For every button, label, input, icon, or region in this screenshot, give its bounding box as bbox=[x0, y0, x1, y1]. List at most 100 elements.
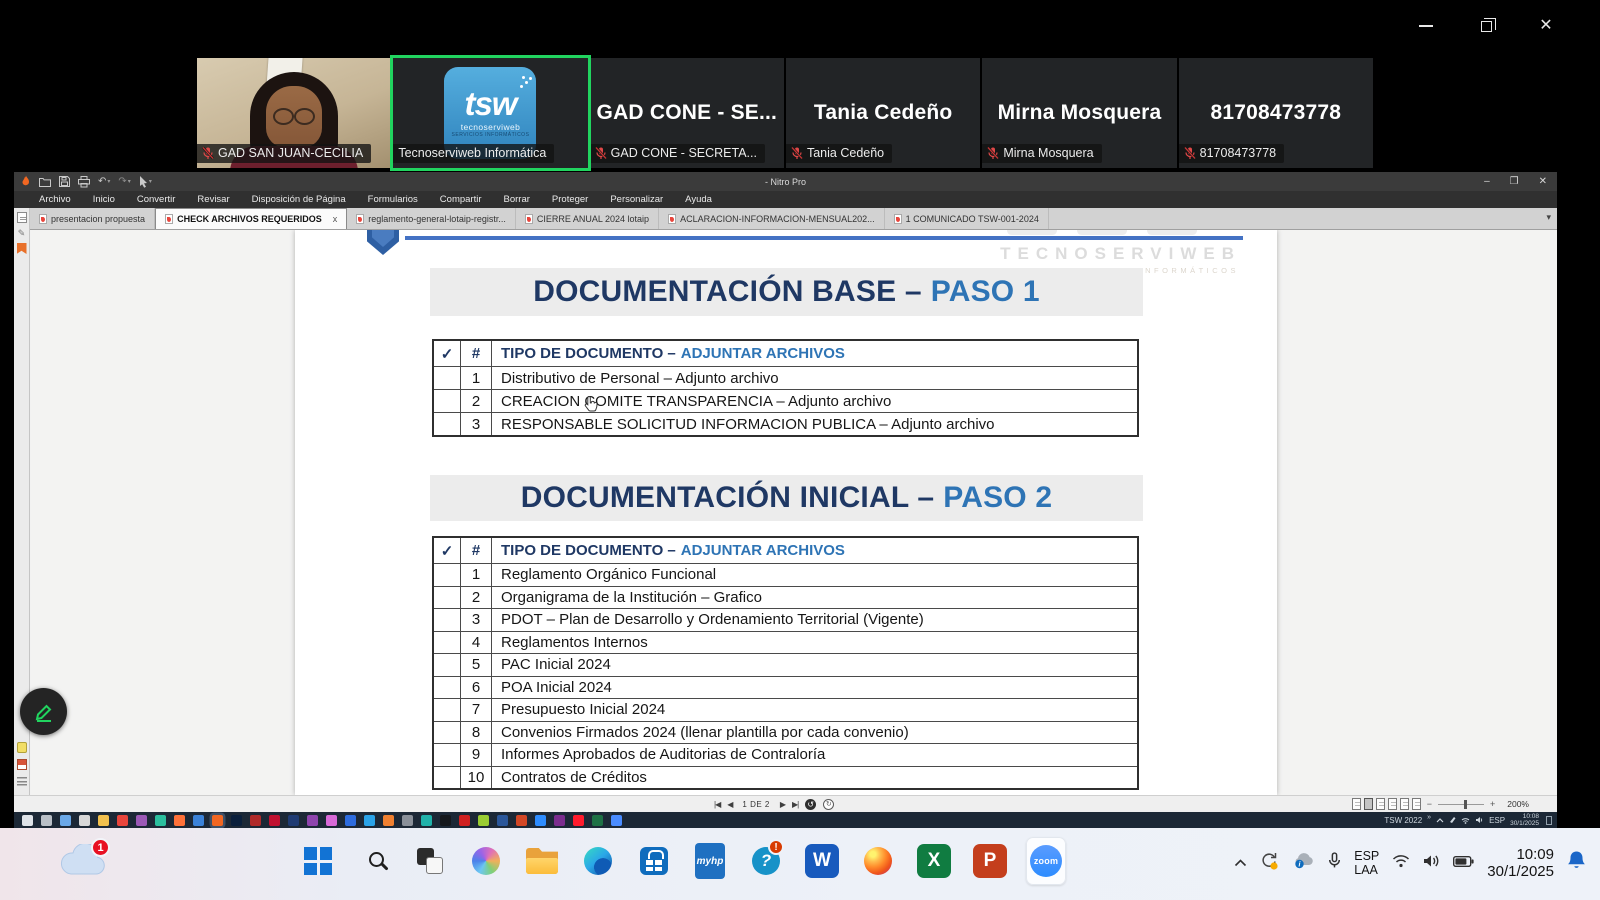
hidden-icons-chevron-icon[interactable] bbox=[1436, 818, 1444, 823]
volume-icon[interactable] bbox=[1423, 854, 1440, 873]
firefox-icon[interactable] bbox=[858, 837, 898, 885]
close-button[interactable]: ✕ bbox=[1536, 16, 1556, 36]
tab-close-button[interactable]: x bbox=[333, 214, 338, 224]
app-purple-icon[interactable] bbox=[136, 815, 147, 826]
clock[interactable]: 10:09 30/1/2025 bbox=[1487, 846, 1554, 881]
notification-icon[interactable] bbox=[1546, 816, 1552, 825]
document-tab[interactable]: 1 COMUNICADO TSW-001-2024 bbox=[885, 208, 1049, 229]
menu-item[interactable]: Convertir bbox=[126, 194, 187, 205]
signature-icon[interactable]: ✎ bbox=[18, 228, 26, 238]
zoom-slider-handle[interactable] bbox=[1464, 800, 1467, 809]
search-icon[interactable] bbox=[354, 837, 394, 885]
document-tab[interactable]: reglamento-general-lotaip-registr... bbox=[347, 208, 516, 229]
select-tool-icon[interactable]: ▾ bbox=[139, 176, 152, 188]
chrome-icon[interactable] bbox=[117, 815, 128, 826]
check-cell[interactable] bbox=[434, 390, 461, 412]
clock[interactable]: 10:08 30/1/2025 bbox=[1510, 813, 1539, 827]
menu-item[interactable]: Disposición de Página bbox=[241, 194, 357, 205]
continuous-layout-button[interactable] bbox=[1364, 798, 1373, 810]
hp-support-icon[interactable]: ?! bbox=[746, 837, 786, 885]
check-cell[interactable] bbox=[434, 609, 461, 631]
volume-icon[interactable] bbox=[1475, 816, 1484, 824]
file-explorer-icon[interactable] bbox=[98, 815, 109, 826]
check-cell[interactable] bbox=[434, 413, 461, 435]
battery-icon[interactable] bbox=[1453, 854, 1474, 872]
minimize-button[interactable] bbox=[1416, 16, 1436, 36]
network-icon[interactable] bbox=[1461, 817, 1470, 824]
microphone-icon[interactable] bbox=[1328, 852, 1341, 874]
nitro-pro-icon[interactable] bbox=[212, 815, 223, 826]
app-violet2-icon[interactable] bbox=[554, 815, 565, 826]
attachments-icon[interactable] bbox=[17, 776, 27, 787]
app-blue3-icon[interactable] bbox=[535, 815, 546, 826]
zoom-slider[interactable] bbox=[1438, 804, 1484, 805]
document-canvas[interactable]: TECNOSERVIWEB SERVICIOS INFORMÁTICOS DOC… bbox=[31, 230, 1557, 795]
pan-view-button[interactable]: ↻ bbox=[823, 799, 834, 810]
previous-page-button[interactable]: ◀ bbox=[727, 800, 732, 809]
language-indicator[interactable]: ESP LAA bbox=[1354, 849, 1379, 877]
video-tile[interactable]: GAD CONE - SE...GAD CONE - SECRETA... bbox=[590, 58, 784, 168]
video-tile[interactable]: 8170847377881708473778 bbox=[1179, 58, 1373, 168]
menu-item[interactable]: Revisar bbox=[186, 194, 240, 205]
my-hp-icon[interactable]: myhp bbox=[690, 837, 730, 885]
minimize-button[interactable]: – bbox=[1484, 176, 1490, 187]
video-tile[interactable]: Tania CedeñoTania Cedeño bbox=[786, 58, 980, 168]
document-tab[interactable]: presentacion propuesta bbox=[30, 208, 155, 229]
menu-item[interactable]: Compartir bbox=[429, 194, 493, 205]
open-file-icon[interactable] bbox=[39, 177, 51, 187]
menu-item[interactable]: Personalizar bbox=[599, 194, 674, 205]
app-gray-icon[interactable] bbox=[79, 815, 90, 826]
zoom-icon[interactable] bbox=[611, 815, 622, 826]
close-button[interactable]: ✕ bbox=[1539, 176, 1547, 187]
stamps-icon[interactable] bbox=[17, 759, 27, 770]
zoom-out-button[interactable]: − bbox=[1427, 799, 1432, 809]
page-thumbnails-icon[interactable] bbox=[17, 212, 27, 223]
video-tile[interactable]: GAD SAN JUAN-CECILIA bbox=[197, 58, 391, 168]
check-cell[interactable] bbox=[434, 564, 461, 586]
print-icon[interactable] bbox=[78, 176, 90, 188]
menu-item[interactable]: Inicio bbox=[82, 194, 126, 205]
wifi-icon[interactable] bbox=[1392, 854, 1410, 873]
rotate-view-button[interactable]: ↺ bbox=[805, 799, 816, 810]
word-icon[interactable] bbox=[497, 815, 508, 826]
menu-item[interactable]: Borrar bbox=[493, 194, 541, 205]
menu-item[interactable]: Archivo bbox=[28, 194, 82, 205]
excel-icon[interactable]: X bbox=[914, 837, 954, 885]
next-page-button[interactable]: ▶ bbox=[780, 800, 785, 809]
check-cell[interactable] bbox=[434, 744, 461, 766]
app-maroon-icon[interactable] bbox=[250, 815, 261, 826]
app-blue2-icon[interactable] bbox=[345, 815, 356, 826]
menu-item[interactable]: Formularios bbox=[357, 194, 429, 205]
check-cell[interactable] bbox=[434, 699, 461, 721]
app-black-icon[interactable] bbox=[440, 815, 451, 826]
phone-icon[interactable] bbox=[288, 815, 299, 826]
onedrive-status-icon[interactable]: i bbox=[1292, 852, 1315, 874]
file-explorer-icon[interactable] bbox=[522, 837, 562, 885]
tab-overflow-chevron-icon[interactable]: ▾ bbox=[1546, 212, 1551, 223]
menu-item[interactable]: Ayuda bbox=[674, 194, 723, 205]
check-cell[interactable] bbox=[434, 767, 461, 789]
excel-icon[interactable] bbox=[592, 815, 603, 826]
undo-icon[interactable]: ↶▾ bbox=[98, 177, 110, 187]
app-blue-icon[interactable] bbox=[193, 815, 204, 826]
video-tile[interactable]: Mirna MosqueraMirna Mosquera bbox=[982, 58, 1176, 168]
check-cell[interactable] bbox=[434, 677, 461, 699]
powerpoint-icon[interactable]: P bbox=[970, 837, 1010, 885]
redo-icon[interactable]: ↷▾ bbox=[118, 177, 130, 187]
zoom-icon[interactable]: zoom bbox=[1026, 837, 1066, 885]
app-violet-icon[interactable] bbox=[307, 815, 318, 826]
single-page-layout-button[interactable] bbox=[1352, 798, 1361, 810]
document-tab[interactable]: CHECK ARCHIVOS REQUERIDOSx bbox=[155, 208, 347, 229]
overflow-chevron-icon[interactable]: » bbox=[1427, 814, 1431, 821]
pen-icon[interactable] bbox=[1449, 816, 1456, 824]
app-azure-icon[interactable] bbox=[364, 815, 375, 826]
app-green-icon[interactable] bbox=[478, 815, 489, 826]
search-icon[interactable] bbox=[41, 815, 52, 826]
app-orange-icon[interactable] bbox=[383, 815, 394, 826]
start-icon[interactable] bbox=[22, 815, 33, 826]
document-tab[interactable]: CIERRE ANUAL 2024 lotaip bbox=[516, 208, 659, 229]
check-cell[interactable] bbox=[434, 654, 461, 676]
app-gray2-icon[interactable] bbox=[402, 815, 413, 826]
video-tile[interactable]: tswtecnoserviwebSERVICIOS INFORMÁTICOSTe… bbox=[393, 58, 587, 168]
document-tab[interactable]: ACLARACION-INFORMACION-MENSUAL202... bbox=[659, 208, 885, 229]
